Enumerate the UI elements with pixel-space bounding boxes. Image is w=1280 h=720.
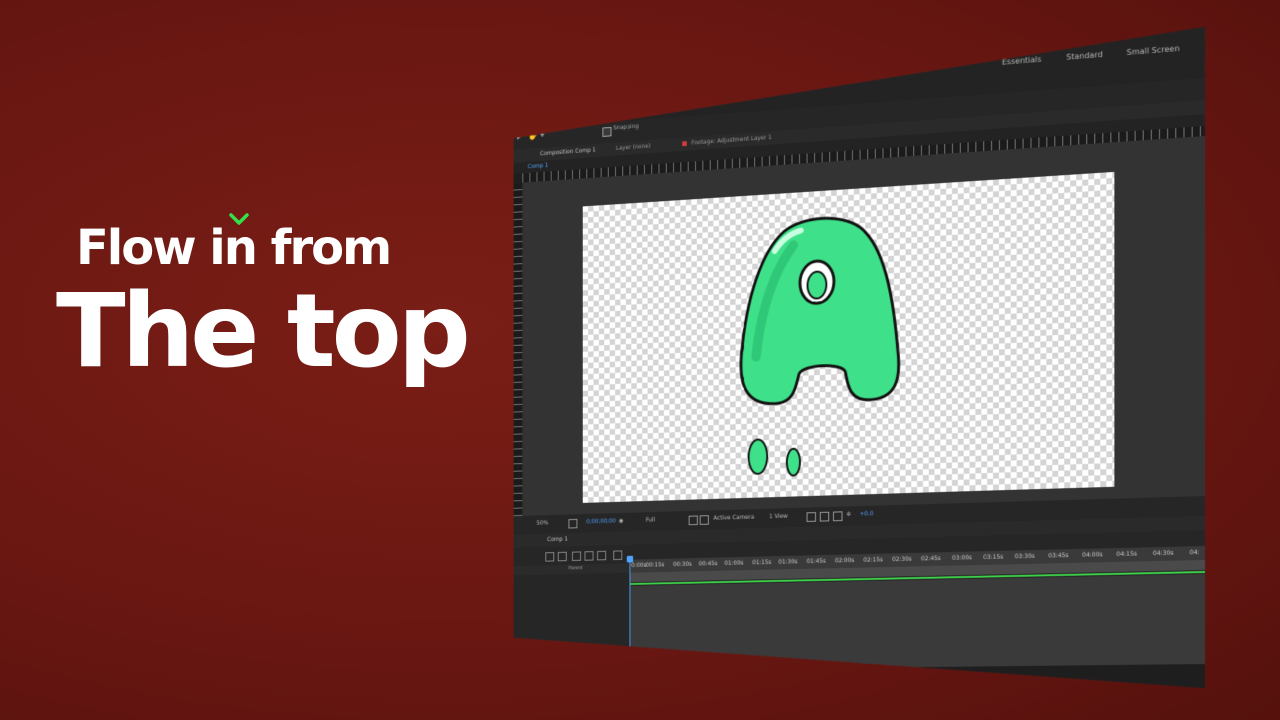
tick-label: 03:45s [1048,552,1069,560]
transparency-canvas [583,172,1115,503]
workspace-essentials[interactable]: Essentials [1002,55,1042,67]
playhead-handle[interactable] [627,556,633,563]
tab-composition[interactable]: Composition Comp 1 [540,147,596,158]
timeline-footer [514,664,1205,700]
transparency-grid-icon[interactable] [700,515,709,525]
workspace-small-screen[interactable]: Small Screen [1126,44,1179,57]
tick-label: 01:30s [778,558,798,566]
tick-label: 00:30s [673,560,692,569]
tick-label: 03:00s [951,554,972,562]
pin-tool-icon[interactable]: ⌖ [540,131,544,141]
tick-label: 00:45s [698,560,718,568]
tick-label: 04: [1189,549,1200,557]
view-options-icon[interactable] [807,512,816,522]
tick-label: 02:15s [863,556,883,564]
app-window-scene: Essentials Standard Small Screen ▸ ✋ ⌖ S… [478,20,1205,695]
fit-icon[interactable] [568,519,577,529]
exposure-value[interactable]: +0.0 [860,510,874,517]
tab-layer[interactable]: Layer (none) [616,143,651,152]
timeline-panel: Comp 1 Parent 0:00s 00:15s 00:30s 00:45s… [514,516,1205,700]
draft-3d-icon[interactable] [545,552,554,562]
parent-column-label: Parent [568,565,583,572]
comp-settings-icon[interactable] [613,550,622,560]
tick-label: 02:45s [920,555,941,563]
export-icon[interactable] [833,511,842,521]
tick-label: 01:00s [724,559,744,567]
tick-label: 0:00s [631,562,647,569]
view-layout-select[interactable]: 1 View [769,513,788,520]
arrow-tool-icon[interactable]: ▸ [517,133,521,143]
tick-label: 04:15s [1116,550,1138,559]
tick-label: 03:30s [1014,552,1035,561]
layer-list[interactable] [514,573,630,672]
zoom-select[interactable]: 50% [537,520,549,527]
headline-line-1: Flow in from [76,220,392,276]
green-letter-a-artwork [737,205,907,491]
hand-tool-icon[interactable]: ✋ [528,131,538,141]
tick-label: 00:15s [645,561,665,569]
toggle-switches-modes[interactable]: Toggle Switches / Modes [515,656,569,662]
tick-label: 01:45s [806,557,826,566]
tick-label: 03:15s [983,553,1004,562]
flowchart-icon[interactable] [820,512,829,522]
headline: Flow in from The top [0,0,471,720]
track-area[interactable] [629,574,1205,670]
footage-color-swatch [682,141,687,146]
timeline-tab-comp[interactable]: Comp 1 [547,536,568,543]
headline-line-2: The top [56,272,471,391]
region-of-interest-icon[interactable] [689,515,698,525]
frame-blending-icon[interactable] [572,551,581,561]
camera-snapshot-icon[interactable]: ◉ [619,518,624,525]
tick-label: 02:00s [834,557,855,565]
tick-label: 02:30s [892,555,912,564]
playhead-line [629,558,630,671]
tick-label: 04:30s [1152,549,1174,558]
tick-label: 01:15s [752,559,772,567]
resolution-select[interactable]: Full [646,517,655,524]
workspace-standard[interactable]: Standard [1066,50,1102,62]
after-effects-window: Essentials Standard Small Screen ▸ ✋ ⌖ S… [514,20,1205,700]
shy-layers-icon[interactable] [558,552,567,562]
snapping-label: Snapping [613,123,639,132]
vertical-ruler [514,183,523,517]
comp-subtab[interactable]: Comp 1 [528,162,549,170]
tick-label: 04:00s [1082,551,1103,559]
snapping-checkbox[interactable] [602,127,611,137]
graph-editor-icon[interactable] [597,551,606,561]
composition-viewer[interactable] [522,136,1205,516]
current-timecode[interactable]: 0;00;00;00 [586,518,615,525]
camera-select[interactable]: Active Camera [713,514,754,522]
motion-blur-icon[interactable] [585,551,594,561]
reset-exposure-icon[interactable]: ✲ [846,511,851,518]
